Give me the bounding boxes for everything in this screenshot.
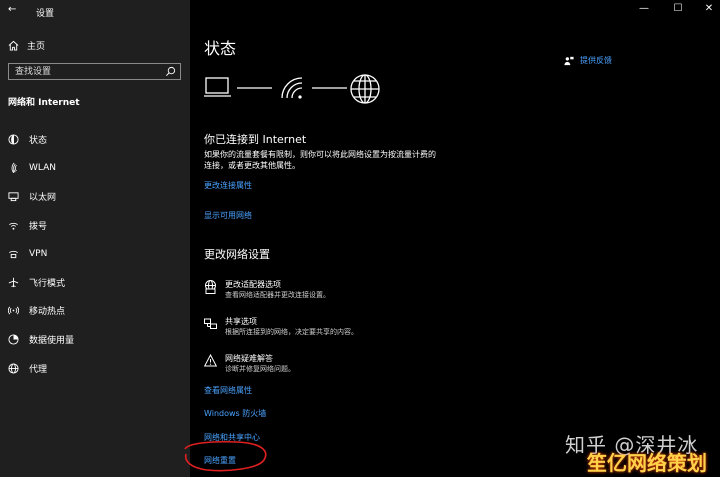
window-title: 设置 <box>36 9 55 19</box>
option-description: 查看网络适配器并更改连接设置。 <box>225 291 330 299</box>
feedback-link[interactable]: 提供反馈 <box>564 55 612 66</box>
connected-description: 如果你的流量套餐有限制，则你可以将此网络设置为按流量计费的 连接，或者更改其他属… <box>204 150 436 170</box>
vpn-icon <box>9 251 18 259</box>
option-title: 网络疑难解答 <box>225 354 273 363</box>
view-network-properties-link[interactable]: 查看网络属性 <box>204 385 252 396</box>
connection-diagram <box>204 74 380 104</box>
globe-icon <box>8 134 19 145</box>
sharing-icon <box>204 318 217 329</box>
connected-heading: 你已连接到 Internet <box>204 133 307 146</box>
page-title: 状态 <box>204 39 237 58</box>
red-circle-annotation <box>184 440 267 472</box>
sidebar-item-label: WLAN <box>29 162 57 173</box>
feedback-icon <box>564 56 574 65</box>
globe-icon <box>350 74 380 104</box>
maximize-button[interactable]: ☐ <box>671 3 685 15</box>
sidebar-item-proxy[interactable]: 代理 <box>0 354 190 383</box>
sidebar-item-hotspot[interactable]: 移动热点 <box>0 297 190 326</box>
wifi-icon <box>281 77 303 99</box>
sidebar-item-label: 移动热点 <box>29 307 66 318</box>
sidebar-item-dialup[interactable]: 拨号 <box>0 211 190 240</box>
warning-icon <box>204 354 217 367</box>
sidebar-item-label: 代理 <box>29 364 48 375</box>
adapter-icon <box>205 280 216 294</box>
sidebar-item-airplane[interactable]: 飞行模式 <box>0 268 190 297</box>
sidebar-item-label: 拨号 <box>29 221 48 232</box>
airplane-icon <box>8 277 19 287</box>
search-box[interactable] <box>8 63 181 80</box>
option-description: 根据所连接到的网络，决定要共享的内容。 <box>225 328 358 336</box>
proxy-icon <box>8 363 19 374</box>
hotspot-icon <box>8 306 19 315</box>
sidebar-item-wlan[interactable]: WLAN <box>0 154 190 183</box>
sidebar-item-status[interactable]: 状态 <box>0 125 190 154</box>
section-title: 网络和 Internet <box>8 98 80 108</box>
sidebar-item-label: 以太网 <box>29 192 57 203</box>
sidebar-item-label: 数据使用量 <box>29 335 75 346</box>
home-icon <box>8 40 19 51</box>
sidebar-item-vpn[interactable]: VPN <box>0 239 190 268</box>
show-available-networks-link[interactable]: 显示可用网络 <box>204 210 252 221</box>
search-input[interactable] <box>9 64 159 79</box>
home-nav-item[interactable]: 主页 <box>8 38 45 52</box>
main-content: — ☐ ✕ 状态 提供反馈 你已连接到 Internet 如果你的流量套餐有限制… <box>184 0 720 477</box>
ethernet-icon <box>8 192 19 202</box>
option-title: 更改适配器选项 <box>225 280 281 289</box>
option-title: 共享选项 <box>225 317 257 326</box>
network-troubleshooter-item[interactable]: 网络疑难解答 诊断并修复网络问题。 <box>204 353 504 381</box>
search-icon[interactable] <box>165 66 176 77</box>
laptop-icon <box>204 77 231 97</box>
dialup-icon <box>9 222 18 230</box>
wifi-icon <box>11 163 17 174</box>
windows-firewall-link[interactable]: Windows 防火墙 <box>204 408 266 419</box>
sidebar-item-data-usage[interactable]: 数据使用量 <box>0 325 190 354</box>
sidebar-item-label: 状态 <box>29 135 48 146</box>
adapter-options-item[interactable]: 更改适配器选项 查看网络适配器并更改连接设置。 <box>204 279 504 307</box>
feedback-label: 提供反馈 <box>580 56 612 65</box>
sidebar-item-label: VPN <box>29 248 48 259</box>
watermark-brand: 笙亿网络策划 <box>587 451 707 475</box>
option-description: 诊断并修复网络问题。 <box>225 365 295 373</box>
change-connection-properties-link[interactable]: 更改连接属性 <box>204 180 252 191</box>
sidebar: ← 设置 主页 网络和 Internet 状态 WLAN 以太网 拨号 VPN <box>0 0 190 477</box>
change-settings-heading: 更改网络设置 <box>204 248 270 261</box>
close-button[interactable]: ✕ <box>702 3 716 15</box>
back-button[interactable]: ← <box>8 4 22 16</box>
sidebar-nav: 状态 WLAN 以太网 拨号 VPN 飞行模式 移动热点 数据使用量 代理 <box>0 125 190 382</box>
home-label: 主页 <box>27 41 46 52</box>
sidebar-item-ethernet[interactable]: 以太网 <box>0 182 190 211</box>
data-usage-icon <box>8 334 19 345</box>
sharing-options-item[interactable]: 共享选项 根据所连接到的网络，决定要共享的内容。 <box>204 316 504 344</box>
minimize-button[interactable]: — <box>637 3 651 15</box>
sidebar-item-label: 飞行模式 <box>29 278 66 289</box>
